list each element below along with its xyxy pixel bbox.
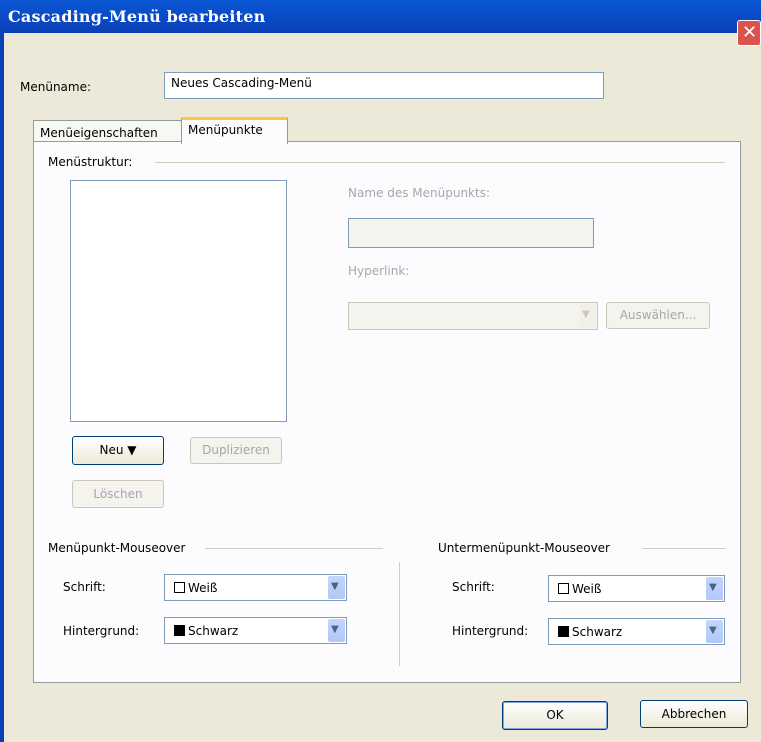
menu-name-value: Neues Cascading-Menü [171, 76, 312, 90]
mouseover-font-label: Schrift: [63, 580, 106, 594]
close-icon: ✕ [742, 22, 758, 43]
ok-button[interactable]: OK [502, 701, 608, 730]
color-swatch [174, 625, 185, 636]
group-divider [205, 548, 383, 549]
item-name-label: Name des Menüpunkts: [348, 186, 491, 200]
color-swatch [558, 626, 569, 637]
item-name-input[interactable] [348, 218, 594, 248]
menu-name-input[interactable]: Neues Cascading-Menü [164, 72, 604, 99]
choose-button[interactable]: Auswählen... [606, 302, 710, 329]
window-border [0, 33, 4, 742]
menu-structure-label: Menüstruktur: [48, 155, 139, 169]
color-swatch [174, 582, 185, 593]
hyperlink-select[interactable]: ▼ [348, 302, 598, 330]
color-swatch [558, 583, 569, 594]
tab-menu-items[interactable]: Menüpunkte [181, 117, 288, 144]
chevron-down-icon: ▼ [331, 581, 339, 592]
chevron-down-icon: ▼ [709, 625, 717, 636]
submouseover-font-select[interactable]: Weiß ▼ [548, 575, 725, 602]
chevron-down-icon: ▼ [709, 582, 717, 593]
mouseover-group-title: Menüpunkt-Mouseover [48, 541, 194, 555]
group-divider [642, 548, 726, 549]
group-divider [155, 162, 725, 163]
submouseover-group-title: Untermenüpunkt-Mouseover [438, 541, 618, 555]
tab-menu-properties[interactable]: Menüeigenschaften [33, 120, 182, 142]
mouseover-font-select[interactable]: Weiß ▼ [164, 574, 347, 601]
group-separator [399, 562, 400, 666]
dialog-window: Cascading-Menü bearbeiten ✕ Menüname: Ne… [0, 0, 761, 742]
title-bar: Cascading-Menü bearbeiten [0, 0, 761, 33]
cancel-button[interactable]: Abbrechen [640, 700, 748, 728]
submouseover-bg-select[interactable]: Schwarz ▼ [548, 618, 725, 645]
submouseover-font-label: Schrift: [452, 580, 495, 594]
menu-structure-list[interactable] [70, 180, 287, 422]
close-button[interactable]: ✕ [737, 20, 761, 46]
chevron-down-icon: ▼ [582, 309, 590, 320]
window-title: Cascading-Menü bearbeiten [8, 7, 266, 26]
chevron-down-icon: ▼ [331, 624, 339, 635]
duplicate-button[interactable]: Duplizieren [190, 437, 282, 464]
delete-button[interactable]: Löschen [72, 480, 164, 508]
new-button[interactable]: Neu ▼ [72, 436, 164, 465]
menu-name-label: Menüname: [20, 80, 92, 94]
mouseover-bg-label: Hintergrund: [63, 624, 140, 638]
hyperlink-label: Hyperlink: [348, 264, 410, 278]
mouseover-bg-select[interactable]: Schwarz ▼ [164, 617, 347, 644]
submouseover-bg-label: Hintergrund: [452, 624, 529, 638]
